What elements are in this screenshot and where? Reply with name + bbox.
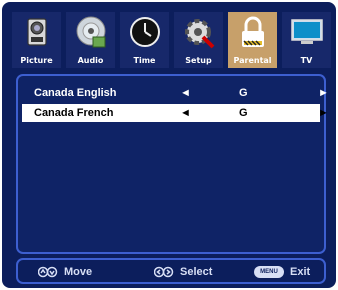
parental-panel: Canada English ◄ G ► Canada French ◄ G ► <box>16 74 329 254</box>
tab-picture[interactable]: Picture <box>12 12 61 68</box>
menu-tabs: Picture Audio Time Setup Parental TV <box>12 12 331 68</box>
tab-setup[interactable]: Setup <box>174 12 223 68</box>
right-arrow-icon[interactable]: ► <box>318 104 329 122</box>
row-name: Canada English <box>34 87 117 99</box>
left-right-icon <box>154 266 174 278</box>
tab-audio[interactable]: Audio <box>66 12 115 68</box>
move-label: Move <box>64 266 93 278</box>
left-arrow-icon[interactable]: ◄ <box>180 104 191 122</box>
menu-key-icon: MENU <box>254 266 284 278</box>
tab-label: Setup <box>185 56 212 65</box>
lock-icon <box>241 16 264 47</box>
left-arrow-icon[interactable]: ◄ <box>180 84 191 102</box>
tab-label: Parental <box>233 56 272 65</box>
select-label: Select <box>180 266 213 278</box>
hint-move: Move <box>38 264 92 280</box>
hint-exit: MENU Exit <box>254 264 310 280</box>
tab-time[interactable]: Time <box>120 12 169 68</box>
tab-label: Time <box>133 56 156 65</box>
tab-label: Picture <box>20 56 53 65</box>
tab-label: Audio <box>77 56 104 65</box>
exit-label: Exit <box>290 266 311 278</box>
tv-icon <box>290 19 323 44</box>
osd-menu: Picture Audio Time Setup Parental TV Can… <box>2 2 336 288</box>
list-item-canada-french[interactable]: Canada French ◄ G ► <box>22 104 329 122</box>
rating-value: G <box>239 107 248 119</box>
gear-icon <box>184 19 214 49</box>
hint-select: Select <box>154 264 212 280</box>
row-name: Canada French <box>34 107 114 119</box>
disc-icon <box>76 16 105 48</box>
up-down-icon <box>38 266 58 278</box>
key-hint-bar: Move Select MENU Exit <box>16 258 326 284</box>
rating-value: G <box>239 87 248 99</box>
tab-parental[interactable]: Parental <box>228 12 277 68</box>
camera-icon <box>26 18 47 46</box>
tab-label: TV <box>300 56 313 65</box>
tab-tv[interactable]: TV <box>282 12 331 68</box>
list-item-canada-english[interactable]: Canada English ◄ G ► <box>22 84 329 102</box>
right-arrow-icon[interactable]: ► <box>318 84 329 102</box>
clock-icon <box>129 17 160 47</box>
